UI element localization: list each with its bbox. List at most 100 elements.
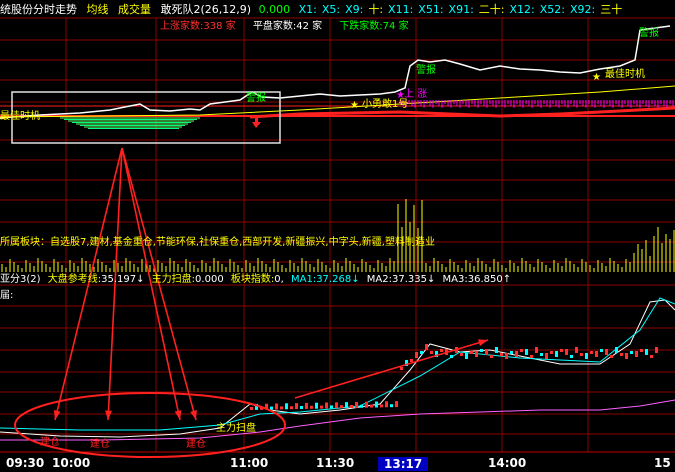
candle [415, 352, 418, 358]
ma-item-6: X91: [448, 3, 474, 16]
candle [305, 402, 308, 409]
candle [500, 353, 503, 356]
volume-panel [1, 199, 675, 272]
trend-arrow [294, 339, 489, 399]
down-arrow-icon: ↓ [136, 274, 145, 285]
candle [470, 351, 473, 354]
best-time-right: 最佳时机 [605, 69, 645, 80]
indicator-panel [0, 297, 675, 441]
candle [275, 403, 278, 410]
sweep-value: 0.000 [195, 274, 224, 285]
candle [300, 406, 303, 409]
candle [400, 367, 403, 370]
candle [325, 402, 328, 409]
candle [440, 349, 443, 352]
candle [490, 355, 493, 358]
candle [650, 355, 653, 358]
candle [495, 347, 498, 353]
alarm-label-3: 警报 [639, 28, 659, 39]
ma1-label: MA1: [290, 274, 317, 285]
tab-avg-line[interactable]: 均线 [87, 3, 109, 16]
ma-item-9: X52: [539, 3, 566, 16]
candle [335, 402, 338, 409]
candle [585, 353, 588, 359]
arrow-2-head [105, 410, 112, 420]
flat-count: 平盘家数:42 [252, 21, 309, 32]
star-icon: ★ [350, 100, 359, 111]
up-arrow-icon: ↑ [502, 274, 512, 285]
time-label-1400: 14:00 [488, 456, 527, 470]
ref-line-label: 大盘参考线: [47, 274, 102, 285]
up-count: 上涨家数:338 [160, 21, 223, 32]
best-time-left: 最佳时机 [0, 111, 40, 122]
candle [380, 404, 383, 408]
ma-item-11: 三十 [600, 3, 623, 16]
candle [340, 405, 343, 409]
time-label-0930: 09:30 [6, 456, 45, 470]
ma-items: X1: X5: X9: 十: X11: X51: X91: 二十: X12: X52: X92: 三十 [294, 3, 623, 16]
candle [315, 402, 318, 409]
candle [645, 349, 648, 355]
candle [625, 353, 628, 359]
build-position-3: 建仓 [186, 439, 206, 450]
small-brave-label: 小勇敢1号 [362, 99, 409, 110]
down-arrow-icon: ↓ [351, 274, 360, 285]
candle [595, 351, 598, 357]
ma-item-3: 十: [368, 3, 384, 16]
candle [250, 407, 253, 410]
candle [410, 359, 413, 362]
candle [570, 355, 573, 358]
intraday-chart[interactable]: ★★★ [0, 0, 675, 472]
time-label-1100: 11:00 [230, 456, 269, 470]
candle [295, 403, 298, 410]
sector-index-label: 板块指数: [230, 274, 275, 285]
indicator-line-white [0, 299, 675, 438]
indicator-value: 0.000 [258, 3, 291, 16]
candle [280, 406, 283, 410]
sweep-label: 主力扫盘: [151, 274, 196, 285]
trend-arrow-head [478, 339, 488, 346]
star-icon: ★ [592, 72, 601, 83]
candle [485, 349, 488, 355]
build-position-2: 建仓 [90, 439, 110, 450]
ma-item-10: X92: [570, 3, 596, 16]
candle [270, 406, 273, 410]
candle [395, 401, 398, 408]
candle [430, 351, 433, 354]
sub-label: 届: [0, 290, 14, 301]
build-position-1: 建仓 [40, 437, 60, 448]
ma3-value: 36.850 [467, 274, 503, 285]
tab-volume[interactable]: 成交量 [118, 3, 151, 16]
ma2-label: MA2: [366, 274, 392, 285]
candle [285, 403, 288, 410]
candle [550, 351, 553, 354]
time-label-1130: 11:30 [316, 456, 355, 470]
candle [620, 353, 623, 356]
candle [510, 351, 513, 354]
time-label-15: 15 [654, 456, 671, 470]
candle [370, 404, 373, 408]
candle [590, 351, 593, 354]
candle [345, 402, 348, 409]
candle [605, 349, 608, 355]
ref-line-value: 35.197 [101, 274, 137, 285]
candle [530, 355, 533, 358]
candle [290, 406, 293, 410]
candle [560, 349, 563, 352]
indicator-prefix: 亚分3(2) [0, 274, 41, 285]
time-label-1317: 13:17 [378, 457, 429, 471]
sector-index-value: 0, [274, 274, 284, 285]
candle [575, 347, 578, 353]
ma3-label: MA3: [442, 274, 468, 285]
down-arrow-icon: ↓ [426, 274, 436, 285]
candle [630, 351, 633, 354]
candle [610, 355, 613, 358]
candle [555, 351, 558, 357]
ma-item-2: X9: [345, 3, 364, 16]
candle [540, 353, 543, 356]
ma-item-8: X12: [509, 3, 535, 16]
ma-item-5: X51: [418, 3, 444, 16]
indicator-name[interactable]: 敢死队2 [161, 3, 201, 16]
indicator-params: (26,12,9) [200, 3, 252, 16]
candle [350, 405, 353, 408]
